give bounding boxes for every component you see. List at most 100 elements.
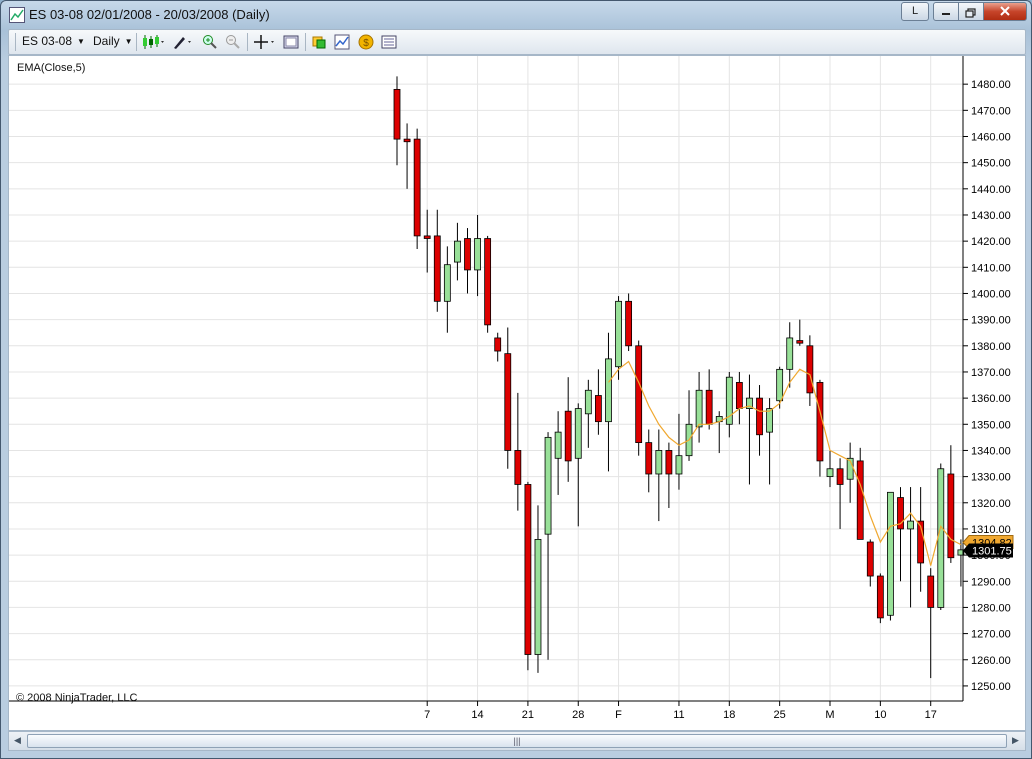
candlestick-chart[interactable]: 1250.001260.001270.001280.001290.001300.…	[9, 56, 1025, 730]
candle-body-up	[615, 300, 622, 368]
scroll-left-icon[interactable]: ◀	[14, 735, 21, 746]
crosshair-icon[interactable]	[253, 34, 277, 50]
gold-coin-icon[interactable]: $	[358, 34, 374, 50]
candle-body-down	[947, 473, 955, 559]
toolbar-grip	[15, 33, 16, 51]
zoom-in-icon[interactable]	[202, 34, 218, 50]
restore-icon	[965, 8, 976, 18]
candle-body-down	[595, 395, 602, 423]
candle	[484, 235, 492, 333]
candle	[715, 411, 723, 454]
candle	[514, 392, 522, 511]
candle-body-down	[403, 138, 411, 143]
link-button[interactable]: L	[901, 2, 929, 21]
candle-body-up	[605, 358, 612, 423]
candle	[655, 429, 663, 522]
candle-body-up	[544, 436, 552, 535]
y-tick-label: 1480.00	[971, 79, 1011, 91]
candle	[735, 371, 743, 425]
copyright-text: © 2008 NinjaTrader, LLC	[16, 692, 137, 704]
candle-body-down	[665, 450, 673, 475]
candle	[524, 481, 532, 671]
chart-app-icon	[9, 7, 25, 23]
close-button[interactable]	[983, 2, 1027, 21]
candle-body-down	[423, 235, 431, 239]
candle-body-down	[413, 138, 421, 237]
minimize-button[interactable]	[933, 2, 959, 21]
candle	[675, 413, 683, 490]
candle-body-down	[876, 575, 884, 619]
close-icon	[1000, 6, 1010, 16]
candle	[403, 123, 411, 189]
candle	[907, 487, 914, 608]
drawing-tools-icon[interactable]	[172, 34, 194, 50]
instrument-selector[interactable]: ES 03-08 ▼	[22, 33, 85, 50]
candle	[866, 539, 874, 587]
candle-body-down	[494, 337, 502, 352]
candle	[665, 442, 673, 509]
candle	[746, 374, 753, 485]
y-tick-label: 1360.00	[971, 393, 1011, 405]
instrument-label: ES 03-08	[22, 34, 73, 48]
candle	[796, 319, 804, 346]
candle	[554, 411, 562, 495]
candle-body-down	[836, 468, 844, 485]
candle-body-down	[645, 442, 653, 475]
candle-body-up	[786, 337, 794, 370]
period-selector[interactable]: Daily ▼	[93, 33, 133, 50]
candle	[705, 369, 713, 430]
y-tick-label: 1260.00	[971, 655, 1011, 667]
y-tick-label: 1400.00	[971, 288, 1011, 300]
scroll-right-icon[interactable]: ▶	[1012, 735, 1019, 746]
last-price-tag-label: 1301.75	[972, 546, 1012, 558]
properties-icon[interactable]	[381, 34, 397, 50]
x-tick-label: F	[615, 709, 622, 721]
y-tick-label: 1460.00	[971, 131, 1011, 143]
indicators-icon[interactable]	[334, 34, 350, 50]
x-tick-label: 18	[723, 709, 735, 721]
candle	[786, 322, 794, 388]
candle	[494, 332, 502, 362]
strategies-icon[interactable]	[311, 34, 327, 50]
candle-body-up	[534, 539, 542, 655]
chart-window: ES 03-08 02/01/2008 - 20/03/2008 (Daily)…	[0, 0, 1032, 759]
zoom-out-icon[interactable]	[225, 34, 241, 50]
y-tick-label: 1390.00	[971, 315, 1011, 327]
y-tick-label: 1250.00	[971, 681, 1011, 693]
candle	[564, 377, 572, 482]
candle-body-up	[675, 455, 683, 475]
candle-body-down	[393, 88, 401, 140]
candle	[584, 379, 592, 448]
candle	[625, 293, 633, 352]
x-tick-label: 14	[471, 709, 483, 721]
candle	[433, 209, 441, 312]
price-tags: 1304.821301.75	[962, 534, 1014, 558]
scrollbar-thumb[interactable]: |||	[27, 734, 1007, 748]
candle-body-down	[564, 410, 572, 462]
title-bar[interactable]: ES 03-08 02/01/2008 - 20/03/2008 (Daily)…	[1, 1, 1031, 28]
x-tick-label: 25	[774, 709, 786, 721]
candle-body-down	[796, 340, 804, 344]
candle-body-up	[584, 389, 592, 415]
candle-body-down	[625, 300, 633, 347]
x-tick-label: M	[825, 709, 834, 721]
candle-body-down	[514, 450, 522, 485]
chart-style-candlestick-icon[interactable]	[142, 34, 166, 50]
period-label: Daily	[93, 34, 120, 48]
chevron-down-icon: ▼	[124, 37, 133, 47]
y-tick-label: 1310.00	[971, 524, 1011, 536]
candle-body-down	[484, 238, 492, 326]
horizontal-scrollbar[interactable]: ◀ ||| ▶	[8, 731, 1026, 751]
candle-body-down	[856, 460, 864, 540]
maximize-button[interactable]	[958, 2, 984, 21]
candle	[887, 491, 894, 621]
minimize-icon	[942, 13, 950, 15]
y-tick-label: 1450.00	[971, 158, 1011, 170]
chart-panel[interactable]: 1250.001260.001270.001280.001290.001300.…	[8, 55, 1026, 731]
svg-text:$: $	[363, 38, 369, 49]
candle-body-down	[433, 235, 441, 302]
x-tick-label: 28	[572, 709, 584, 721]
toolbar-separator	[305, 33, 306, 51]
data-box-icon[interactable]	[283, 34, 299, 50]
indicator-label: EMA(Close,5)	[17, 62, 85, 74]
